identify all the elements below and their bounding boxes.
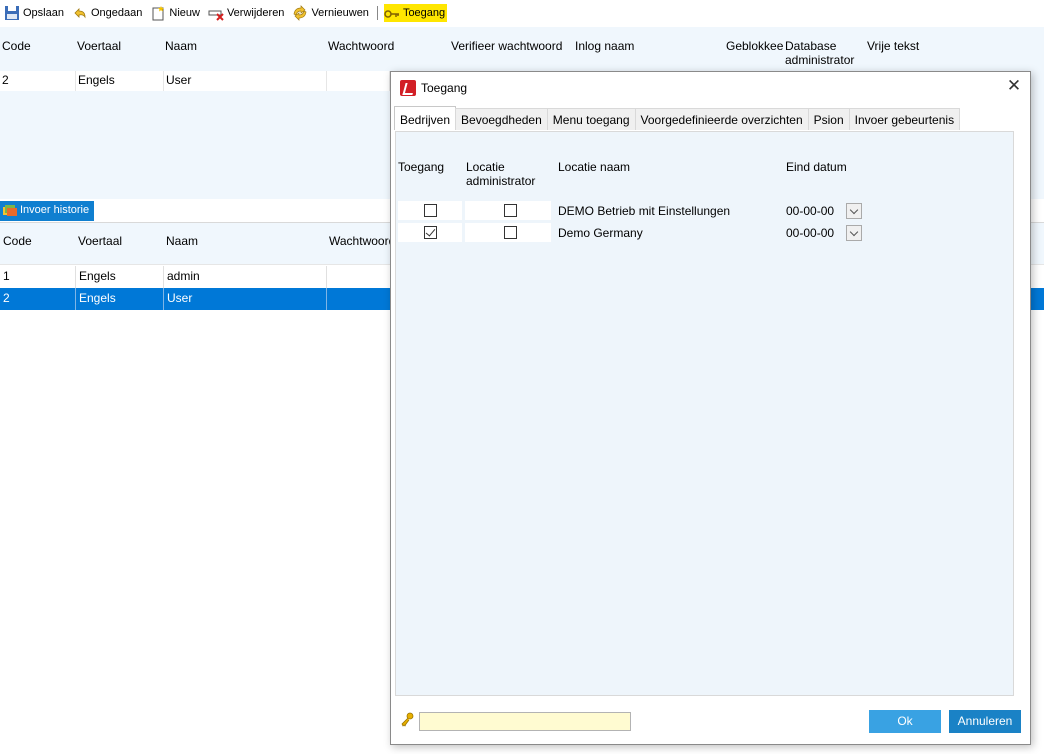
location-name: Demo Germany: [558, 226, 643, 240]
entry-history-label: Invoer historie: [20, 204, 90, 216]
new-button[interactable]: Nieuw: [150, 4, 200, 22]
companies-panel: Toegang Locatie administrator Locatie na…: [395, 131, 1014, 696]
cell-code[interactable]: 2: [0, 71, 76, 91]
new-document-icon: [150, 5, 166, 21]
key-icon: [399, 712, 415, 728]
col-verify-password[interactable]: Verifieer wachtwoord: [451, 39, 562, 53]
refresh-label: Vernieuwen: [311, 7, 369, 19]
close-icon[interactable]: ✕: [1006, 77, 1022, 94]
undo-label: Ongedaan: [90, 7, 143, 19]
tab-predefined-overviews[interactable]: Voorgedefinieerde overzichten: [634, 108, 809, 130]
toolbar-separator: [376, 6, 378, 20]
access-dialog: Toegang ✕ Bedrijven Bevoegdheden Menu to…: [390, 71, 1031, 745]
access-checkbox[interactable]: [424, 204, 437, 217]
delete-label: Verwijderen: [226, 7, 285, 19]
access-checkbox[interactable]: [424, 226, 437, 239]
grid-header: Code Voertaal Naam Wachtwoord Verifieer …: [0, 27, 1044, 69]
toolbar: Opslaan Ongedaan Nieuw Verwijderen Verni…: [0, 0, 1044, 26]
cancel-button[interactable]: Annuleren: [949, 710, 1021, 733]
undo-button[interactable]: Ongedaan: [72, 4, 142, 22]
history-icon: [3, 204, 17, 216]
tab-psion[interactable]: Psion: [807, 108, 850, 130]
undo-arrow-icon: [72, 5, 88, 21]
dialog-tabs: Bedrijven Bevoegdheden Menu toegang Voor…: [394, 106, 961, 130]
col-language[interactable]: Voertaal: [77, 39, 121, 53]
refresh-button[interactable]: Vernieuwen: [292, 4, 369, 22]
note-input[interactable]: [419, 712, 631, 731]
delete-button[interactable]: Verwijderen: [208, 4, 284, 22]
floppy-disk-icon: [4, 5, 20, 21]
hist-cell-code[interactable]: 2: [0, 288, 76, 310]
hist-cell-language[interactable]: Engels: [76, 266, 164, 288]
col-code[interactable]: Code: [2, 39, 31, 53]
hist-col-language[interactable]: Voertaal: [78, 234, 122, 248]
cell-language[interactable]: Engels: [76, 71, 164, 91]
col-login-name[interactable]: Inlog naam: [575, 39, 634, 53]
end-date-value[interactable]: 00-00-00: [786, 226, 834, 240]
access-label: Toegang: [402, 7, 446, 19]
col-location-admin[interactable]: Locatie administrator: [466, 160, 546, 188]
col-free-text[interactable]: Vrije tekst: [867, 39, 919, 53]
end-date-dropdown-icon[interactable]: [846, 225, 862, 241]
col-name[interactable]: Naam: [165, 39, 197, 53]
col-end-date[interactable]: Eind datum: [786, 160, 847, 174]
dialog-title: Toegang: [421, 80, 468, 95]
col-location-name[interactable]: Locatie naam: [558, 160, 630, 174]
end-date-value[interactable]: 00-00-00: [786, 204, 834, 218]
key-icon: [384, 5, 400, 21]
end-date-dropdown-icon[interactable]: [846, 203, 862, 219]
tab-companies[interactable]: Bedrijven: [394, 106, 457, 130]
cell-name[interactable]: User: [164, 71, 327, 91]
col-password[interactable]: Wachtwoord: [328, 39, 394, 53]
location-admin-checkbox[interactable]: [504, 226, 517, 239]
save-button[interactable]: Opslaan: [4, 4, 64, 22]
location-admin-checkbox[interactable]: [504, 204, 517, 217]
hist-cell-code[interactable]: 1: [0, 266, 76, 288]
hist-col-name[interactable]: Naam: [166, 234, 198, 248]
save-label: Opslaan: [23, 7, 64, 19]
delete-row-icon: [208, 5, 224, 21]
tab-menu-access[interactable]: Menu toegang: [546, 108, 636, 130]
location-name: DEMO Betrieb mit Einstellungen: [558, 204, 731, 218]
app-logo-icon: [400, 79, 416, 96]
access-button[interactable]: Toegang: [383, 4, 448, 22]
new-label: Nieuw: [169, 7, 200, 19]
cell-password[interactable]: [327, 71, 390, 91]
dialog-footer: Ok Annuleren: [391, 696, 1030, 744]
col-blocked[interactable]: Geblokkee: [726, 39, 784, 53]
hist-cell-name[interactable]: admin: [164, 266, 327, 288]
hist-col-code[interactable]: Code: [3, 234, 32, 248]
col-db-admin[interactable]: Database administrator: [785, 39, 865, 67]
hist-cell-name[interactable]: User: [164, 288, 327, 310]
entry-history-button[interactable]: Invoer historie: [0, 201, 95, 221]
hist-col-password[interactable]: Wachtwoord: [329, 234, 395, 248]
tab-entry-event[interactable]: Invoer gebeurtenis: [848, 108, 961, 130]
tab-permissions[interactable]: Bevoegdheden: [455, 108, 548, 130]
hist-cell-language[interactable]: Engels: [76, 288, 164, 310]
refresh-icon: [292, 5, 308, 21]
dialog-titlebar[interactable]: Toegang ✕: [391, 72, 1030, 103]
ok-button[interactable]: Ok: [869, 710, 941, 733]
col-access[interactable]: Toegang: [398, 160, 444, 174]
